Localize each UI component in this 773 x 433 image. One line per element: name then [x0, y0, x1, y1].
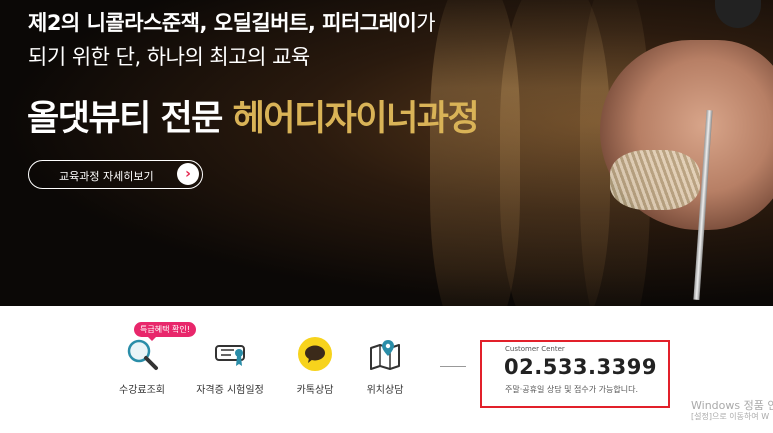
special-offer-badge[interactable]: 특급혜택 확인! — [134, 322, 196, 341]
map-pin-icon — [370, 340, 400, 370]
divider — [440, 366, 466, 367]
menu-label: 자격증 시험일정 — [196, 385, 264, 396]
quick-menu-bar: 특급혜택 확인! 수강료조회 자격증 시험일정 카톡상담 위치상담 Custom… — [0, 306, 773, 433]
nail-photo — [715, 0, 761, 28]
menu-label: 위치상담 — [366, 385, 404, 396]
hero-line-1: 제2의 니콜라스준잭, 오딜길버트, 피터그레이가 — [28, 7, 436, 37]
hero-title-white: 올댓뷰티 전문 — [27, 99, 233, 139]
magnifier-icon — [127, 339, 158, 370]
hero-line-1-bold: 제2의 니콜라스준잭, 오딜길버트, 피터그레이 — [28, 11, 417, 35]
certificate-icon — [215, 345, 245, 366]
kakaotalk-icon — [298, 337, 332, 371]
hero-banner: 제2의 니콜라스준잭, 오딜길버트, 피터그레이가 되기 위한 단, 하나의 최… — [0, 0, 773, 306]
customer-center-box: Customer Center 02.533.3399 주말·공휴일 상담 및 … — [480, 340, 670, 408]
hero-title: 올댓뷰티 전문 헤어디자이너과정 — [27, 90, 480, 141]
course-details-label: 교육과정 자세히보기 — [59, 170, 154, 183]
windows-activation-watermark-sub: [설정]으로 이동하여 W — [691, 412, 770, 421]
brush-photo — [610, 150, 700, 210]
customer-center-note: 주말·공휴일 상담 및 접수가 가능합니다. — [505, 385, 639, 394]
hero-line-2: 되기 위한 단, 하나의 최고의 교육 — [28, 45, 310, 69]
customer-center-phone[interactable]: 02.533.3399 — [504, 355, 657, 379]
course-details-button[interactable]: 교육과정 자세히보기 › — [28, 160, 203, 189]
customer-center-title: Customer Center — [505, 345, 565, 353]
menu-label: 수강료조회 — [119, 385, 165, 396]
menu-label: 카톡상담 — [296, 385, 334, 396]
hero-line-1-tail: 가 — [416, 11, 436, 35]
arrow-right-icon: › — [177, 163, 199, 185]
hero-title-gold: 헤어디자이너과정 — [232, 99, 480, 139]
